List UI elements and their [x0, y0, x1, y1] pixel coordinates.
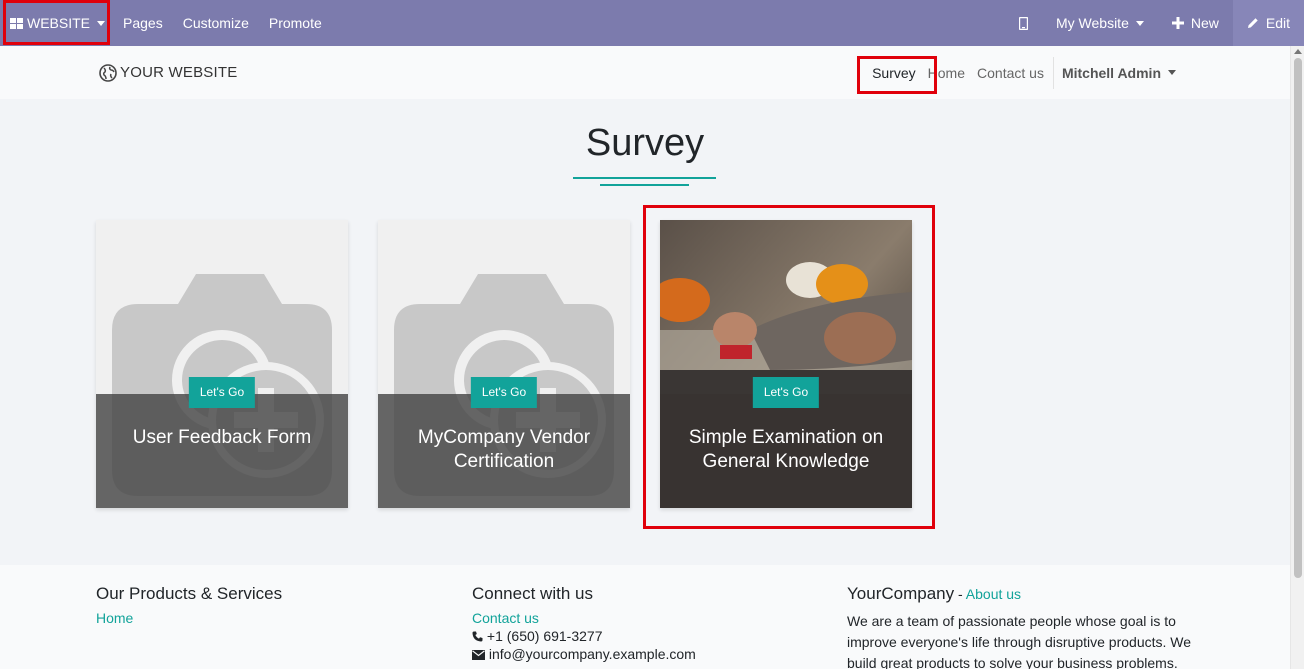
- footer-email: info@yourcompany.example.com: [488, 646, 696, 662]
- card-title: Simple Examination on General Knowledge: [688, 427, 884, 472]
- survey-card[interactable]: Let's Go Simple Examination on General K…: [660, 220, 912, 508]
- website-menu-label: WEBSITE: [27, 15, 91, 31]
- footer-heading: Connect with us: [472, 584, 593, 603]
- lets-go-button[interactable]: Let's Go: [188, 377, 256, 408]
- customize-menu[interactable]: Customize: [173, 0, 259, 46]
- site-logo[interactable]: YOUR WEBSITE: [99, 46, 237, 99]
- my-website-dropdown[interactable]: My Website: [1042, 0, 1158, 46]
- envelope-icon: [472, 650, 485, 660]
- phone-icon: [472, 631, 483, 642]
- survey-card[interactable]: Let's Go User Feedback Form: [96, 220, 348, 508]
- survey-card[interactable]: Let's Go MyCompany Vendor Certification: [378, 220, 630, 508]
- new-label: New: [1190, 15, 1219, 31]
- admin-top-bar: WEBSITE Pages Customize Promote My Websi…: [0, 0, 1304, 46]
- scroll-up-arrow-icon[interactable]: [1294, 49, 1302, 54]
- card-title: User Feedback Form: [132, 427, 312, 448]
- new-button[interactable]: New: [1158, 0, 1233, 46]
- user-name: Mitchell Admin: [1061, 64, 1161, 81]
- apps-grid-icon: [10, 17, 23, 29]
- card-title: MyCompany Vendor Certification: [417, 427, 591, 472]
- logo-text: YOUR WEBSITE: [120, 64, 238, 81]
- lets-go-button[interactable]: Let's Go: [470, 377, 538, 408]
- website-menu-button[interactable]: WEBSITE: [0, 0, 113, 46]
- main-nav: Survey Home Contact us Mitchell Admin: [866, 46, 1186, 99]
- footer-link-contact[interactable]: Contact us: [472, 610, 539, 626]
- caret-down-icon: [1168, 70, 1176, 75]
- pencil-icon: [1247, 18, 1258, 28]
- footer-link-home[interactable]: Home: [96, 610, 133, 626]
- lets-go-button[interactable]: Let's Go: [752, 377, 820, 408]
- mobile-phone-icon: [1018, 16, 1028, 30]
- footer-connect: Connect with us Contact us +1 (650) 691-…: [472, 584, 696, 662]
- card-overlay: [96, 394, 348, 508]
- footer-products: Our Products & Services Home: [96, 584, 282, 626]
- footer-company: YourCompany - About us We are a team of …: [847, 584, 1197, 669]
- plus-icon: [1171, 17, 1184, 29]
- footer-company-name: YourCompany: [847, 584, 955, 603]
- footer-heading: Our Products & Services: [96, 584, 283, 603]
- caret-down-icon: [1135, 20, 1144, 26]
- site-header: YOUR WEBSITE Survey Home Contact us Mitc…: [0, 46, 1290, 99]
- title-underline-short: [600, 184, 689, 186]
- footer-phone: +1 (650) 691-3277: [486, 628, 603, 644]
- pages-menu[interactable]: Pages: [113, 0, 173, 46]
- edit-button[interactable]: Edit: [1232, 0, 1304, 46]
- footer-link-about[interactable]: About us: [966, 586, 1021, 602]
- user-menu[interactable]: Mitchell Admin: [1052, 56, 1186, 89]
- globe-icon: [99, 63, 117, 82]
- nav-survey[interactable]: Survey: [866, 65, 922, 81]
- caret-down-icon: [97, 20, 106, 26]
- nav-home[interactable]: Home: [922, 65, 971, 81]
- promote-menu[interactable]: Promote: [259, 0, 332, 46]
- nav-contact-us[interactable]: Contact us: [971, 65, 1050, 81]
- title-underline: [573, 177, 716, 179]
- my-website-label: My Website: [1055, 15, 1129, 31]
- scrollbar-thumb[interactable]: [1294, 58, 1302, 578]
- edit-label: Edit: [1265, 15, 1290, 31]
- page-scrollbar[interactable]: [1290, 46, 1304, 669]
- site-footer: Our Products & Services Home Connect wit…: [0, 565, 1290, 669]
- page-title: Survey: [585, 122, 705, 164]
- footer-heading-separator: -: [954, 586, 966, 602]
- footer-company-description: We are a team of passionate people whose…: [847, 613, 1192, 669]
- mobile-preview-button[interactable]: [1005, 0, 1042, 46]
